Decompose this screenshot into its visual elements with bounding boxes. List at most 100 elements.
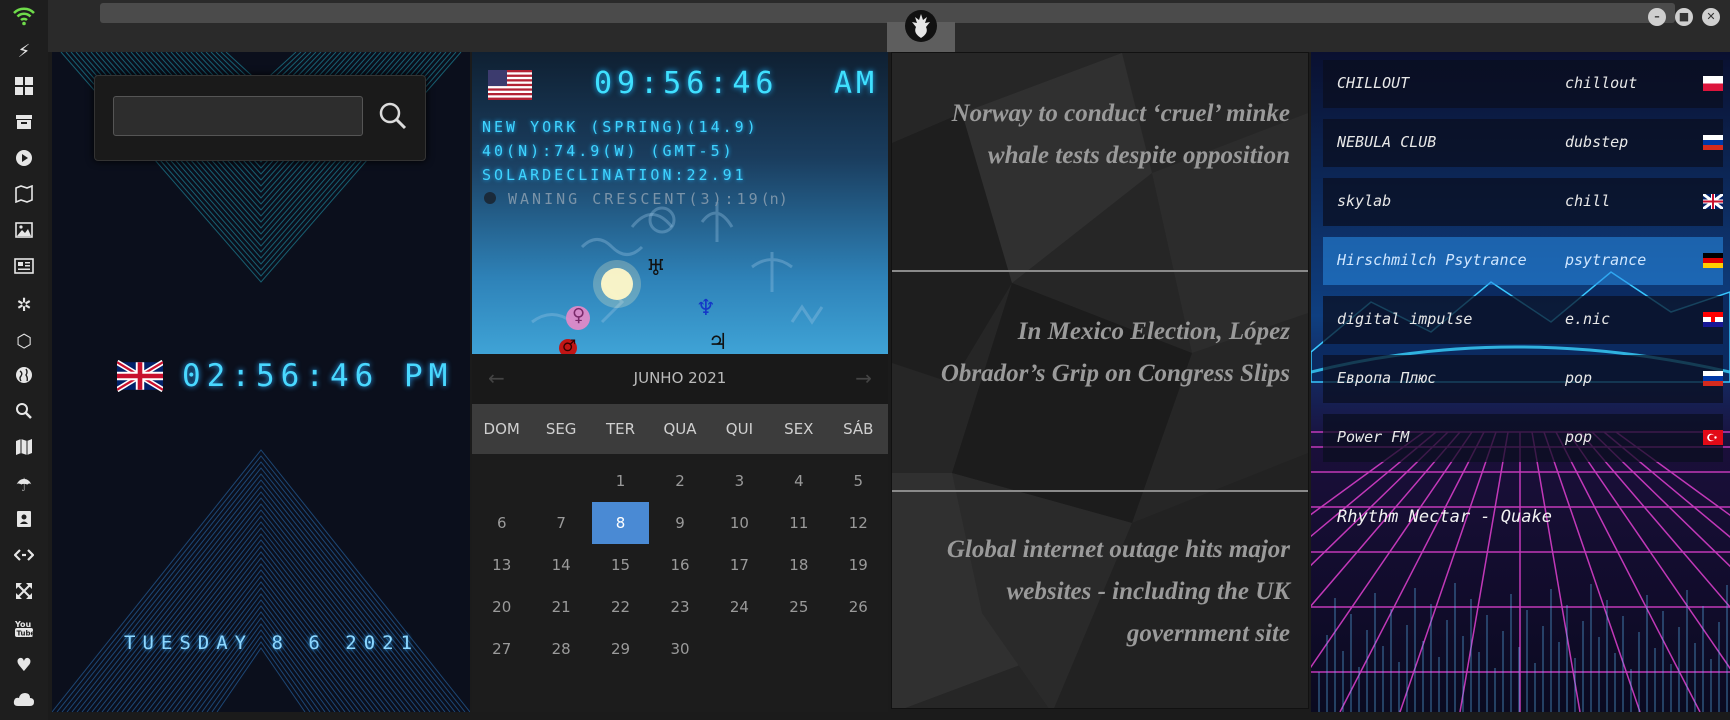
station-name: Power FM (1337, 428, 1410, 446)
solar-declination-line: SOLARDECLINATION:22.91 (482, 166, 747, 184)
map-icon[interactable] (12, 438, 36, 462)
news-panel: Norway to conduct ‘cruel’ minke whale te… (891, 52, 1309, 709)
image-icon[interactable] (12, 221, 36, 245)
news-item[interactable]: Global internet outage hits major websit… (920, 529, 1290, 655)
station-row[interactable]: Power FM pop (1323, 414, 1723, 462)
calendar-header: ← JUNHO 2021 → (472, 354, 888, 404)
calendar-day[interactable]: 30 (650, 628, 709, 670)
station-row[interactable]: CHILLOUT chillout (1323, 60, 1723, 108)
contacts-icon[interactable] (12, 510, 36, 534)
calendar-day[interactable]: 10 (710, 502, 769, 544)
search-input[interactable] (113, 96, 363, 136)
news-separator (892, 490, 1308, 492)
station-row[interactable]: digital impulse e.nic (1323, 296, 1723, 344)
wifi-icon[interactable] (12, 4, 36, 28)
maximize-button[interactable]: ■ (1675, 8, 1693, 26)
ny-ampm: AM (834, 66, 879, 101)
code-icon[interactable] (12, 546, 36, 570)
us-flag-icon (488, 70, 532, 100)
next-month-button[interactable]: → (855, 366, 872, 390)
calendar-blank (531, 460, 590, 502)
uranus-icon: ♅ (646, 256, 666, 281)
heart-icon[interactable]: ♥ (12, 654, 36, 678)
calendar-day[interactable]: 20 (472, 586, 531, 628)
youtube-icon[interactable]: You Tube (12, 618, 36, 642)
russia-flag-icon (1703, 135, 1723, 150)
archive-icon[interactable] (12, 113, 36, 137)
address-bar[interactable] (100, 3, 1675, 23)
search-icon[interactable] (375, 98, 411, 134)
station-genre: e.nic (1565, 310, 1611, 328)
neptune-icon: ♆ (696, 296, 716, 321)
station-name: CHILLOUT (1337, 74, 1410, 92)
station-row[interactable]: Европа Плюс pop (1323, 355, 1723, 403)
venus-icon: ♀ (572, 305, 586, 326)
calendar-day[interactable]: 1 (591, 460, 650, 502)
expand-icon[interactable] (12, 582, 36, 606)
calendar-day[interactable]: 6 (472, 502, 531, 544)
news-item[interactable]: Norway to conduct ‘cruel’ minke whale te… (920, 93, 1290, 177)
calendar-day[interactable]: 18 (769, 544, 828, 586)
umbrella-icon[interactable]: ☂ (12, 474, 36, 498)
mars-icon: ♂ (562, 336, 577, 354)
globe-icon[interactable] (12, 366, 36, 390)
calendar-day[interactable]: 16 (650, 544, 709, 586)
weekday-header: SÁB (843, 420, 874, 438)
calendar-day[interactable]: 14 (531, 544, 590, 586)
station-name: Европа Плюс (1337, 369, 1437, 387)
calendar-day[interactable]: 15 (591, 544, 650, 586)
calendar-day[interactable]: 27 (472, 628, 531, 670)
station-genre: chillout (1565, 74, 1638, 92)
calendar-day[interactable]: 7 (531, 502, 590, 544)
calendar-day[interactable]: 9 (650, 502, 709, 544)
hexagon-icon[interactable]: ⬡ (12, 330, 36, 354)
calendar-day[interactable]: 21 (531, 586, 590, 628)
calendar-day[interactable]: 12 (829, 502, 888, 544)
play-icon[interactable] (12, 149, 36, 173)
astro-calendar-panel: 09:56:46 AM NEW YORK (SPRING)(14.9) 40(N… (472, 52, 888, 712)
clock-panel: 02:56:46 PM TUESDAY 8 6 2021 (52, 52, 470, 712)
calendar-day[interactable]: 23 (650, 586, 709, 628)
calendar-day[interactable]: 26 (829, 586, 888, 628)
calendar-day[interactable]: 17 (710, 544, 769, 586)
calendar-blank (472, 460, 531, 502)
weekday-header: QUA (663, 420, 697, 438)
uk-flag-icon (117, 360, 163, 392)
weekday-header: SEX (784, 420, 814, 438)
calendar-day[interactable]: 29 (591, 628, 650, 670)
settings-icon[interactable]: ✲ (12, 294, 36, 318)
calendar-day[interactable]: 11 (769, 502, 828, 544)
search-box (94, 75, 426, 161)
search-icon[interactable] (12, 402, 36, 426)
station-row[interactable]: NEBULA CLUB dubstep (1323, 119, 1723, 167)
station-row[interactable]: skylab chill (1323, 178, 1723, 226)
news-icon[interactable] (12, 257, 36, 281)
calendar-day-selected[interactable]: 8 (591, 502, 650, 544)
minimize-button[interactable]: – (1648, 8, 1666, 26)
calendar-day[interactable]: 22 (591, 586, 650, 628)
svg-text:You: You (14, 620, 32, 629)
map-book-icon[interactable] (12, 184, 36, 209)
station-name: digital impulse (1337, 310, 1473, 328)
location-line: NEW YORK (SPRING)(14.9) (482, 118, 759, 136)
calendar-day[interactable]: 25 (769, 586, 828, 628)
close-button[interactable]: ✕ (1702, 8, 1720, 26)
calendar-day[interactable]: 3 (710, 460, 769, 502)
calendar-day[interactable]: 24 (710, 586, 769, 628)
calendar-day[interactable]: 28 (531, 628, 590, 670)
croatia-flag-icon (1703, 312, 1723, 327)
weekday-header: SEG (545, 420, 577, 438)
news-item[interactable]: In Mexico Election, López Obrador’s Grip… (920, 311, 1290, 395)
calendar-day[interactable]: 5 (829, 460, 888, 502)
calendar-day[interactable]: 19 (829, 544, 888, 586)
station-row[interactable]: Hirschmilch Psytrance psytrance (1323, 237, 1723, 285)
calendar-day[interactable]: 2 (650, 460, 709, 502)
cloud-icon[interactable] (12, 690, 36, 714)
bolt-icon[interactable]: ⚡ (12, 40, 36, 64)
station-genre: dubstep (1565, 133, 1629, 151)
uk-flag-icon (1703, 194, 1723, 209)
windows-icon[interactable] (12, 77, 36, 101)
calendar-day[interactable]: 4 (769, 460, 828, 502)
window-titlebar: – ■ ✕ (48, 0, 1730, 52)
calendar-day[interactable]: 13 (472, 544, 531, 586)
